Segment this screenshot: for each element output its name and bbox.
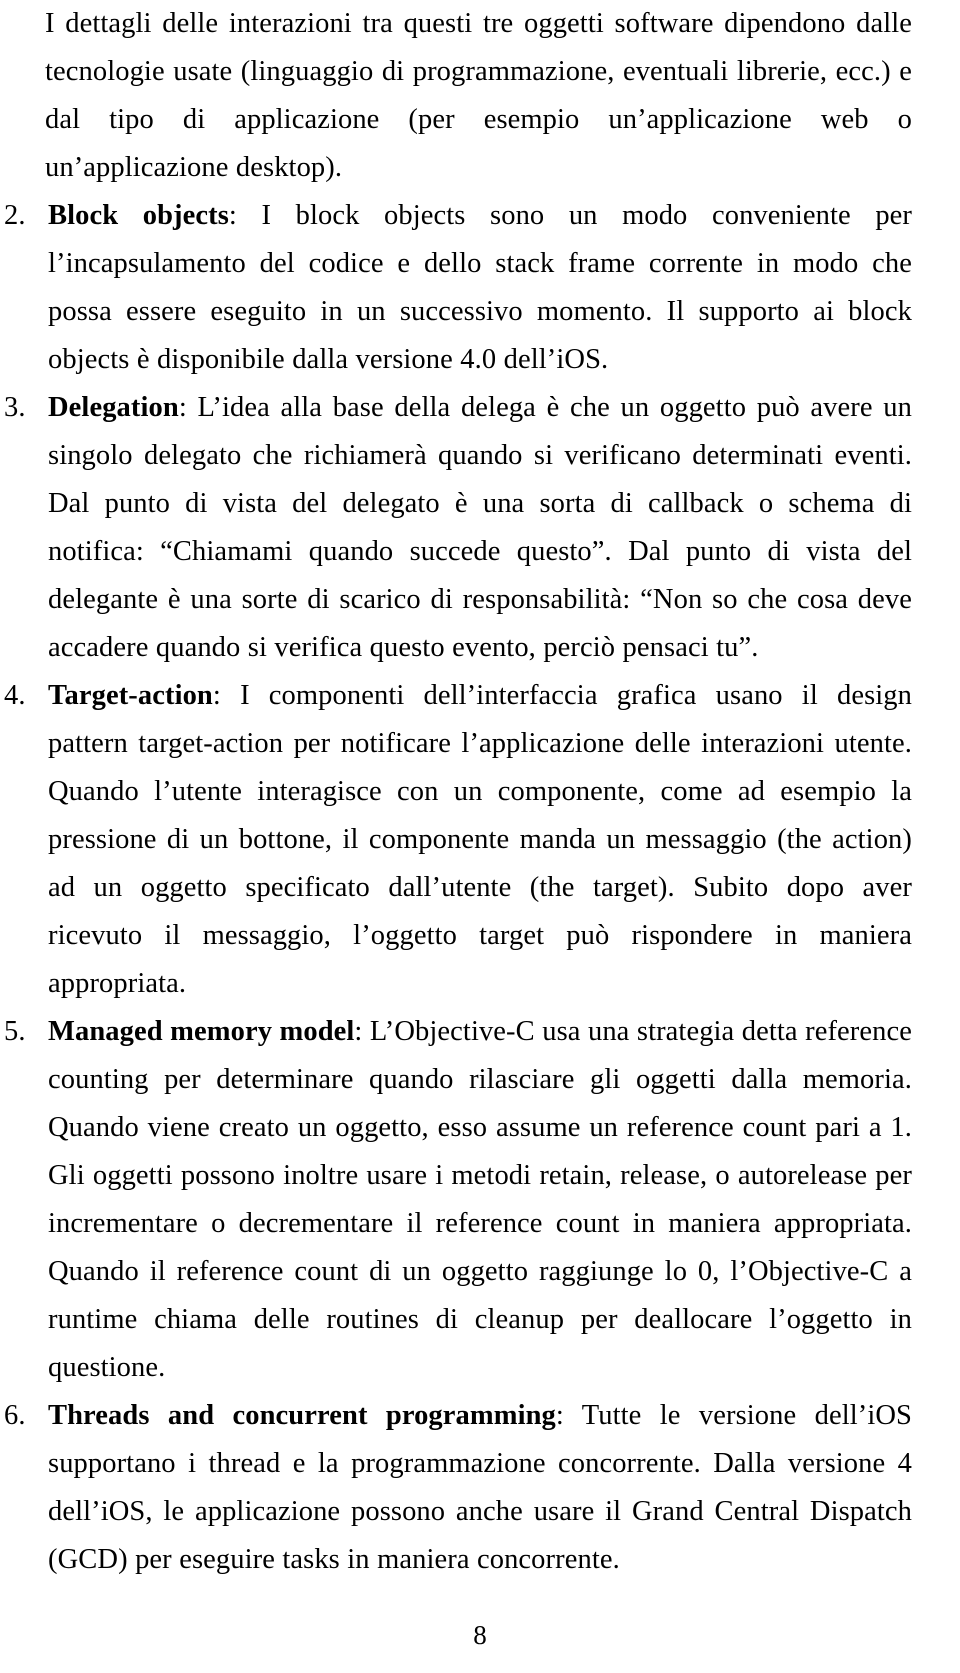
list-item-marker: 2. xyxy=(4,200,26,231)
list-item-text: L’Objective-C usa una strategia detta re… xyxy=(48,1016,912,1383)
list-item-marker: 3. xyxy=(4,392,26,423)
list-item-term: Block objects xyxy=(48,200,229,231)
list-item: 4. Target-action: I componenti dell’inte… xyxy=(0,672,912,1008)
list-item-body: Block objects: I block objects sono un m… xyxy=(48,192,912,384)
list-item-separator: : xyxy=(212,680,241,711)
list-item-separator: : xyxy=(228,200,262,231)
list-item-separator: : xyxy=(555,1400,582,1431)
list-item-text: L’idea alla base della delega è che un o… xyxy=(48,392,912,663)
list-item-body: Managed memory model: L’Objective-C usa … xyxy=(48,1008,912,1392)
page-number: 8 xyxy=(473,1620,487,1650)
numbered-list: 2. Block objects: I block objects sono u… xyxy=(0,192,912,1584)
list-item-term: Threads and concurrent programming xyxy=(48,1400,556,1431)
list-item-marker: 6. xyxy=(4,1400,26,1431)
list-item-marker: 4. xyxy=(4,680,26,711)
list-item: 6. Threads and concurrent programming: T… xyxy=(0,1392,912,1584)
list-item-term: Managed memory model xyxy=(48,1016,355,1047)
intro-paragraph: I dettagli delle interazioni tra questi … xyxy=(45,8,912,183)
list-item-separator: : xyxy=(354,1016,370,1047)
list-item-separator: : xyxy=(178,392,198,423)
list-item-text: I componenti dell’interfaccia grafica us… xyxy=(48,680,912,999)
page-content: I dettagli delle interazioni tra questi … xyxy=(0,0,912,1584)
list-item: 3. Delegation: L’idea alla base della de… xyxy=(0,384,912,672)
document-page: I dettagli delle interazioni tra questi … xyxy=(0,0,960,1673)
list-item-body: Delegation: L’idea alla base della deleg… xyxy=(48,384,912,672)
list-item: 5. Managed memory model: L’Objective-C u… xyxy=(0,1008,912,1392)
list-item-term: Target-action xyxy=(48,680,213,711)
list-item-marker: 5. xyxy=(4,1016,26,1047)
list-item: 2. Block objects: I block objects sono u… xyxy=(0,192,912,384)
list-item-body: Target-action: I componenti dell’interfa… xyxy=(48,672,912,1008)
list-item-body: Threads and concurrent programming: Tutt… xyxy=(48,1392,912,1584)
list-item-term: Delegation xyxy=(48,392,179,423)
